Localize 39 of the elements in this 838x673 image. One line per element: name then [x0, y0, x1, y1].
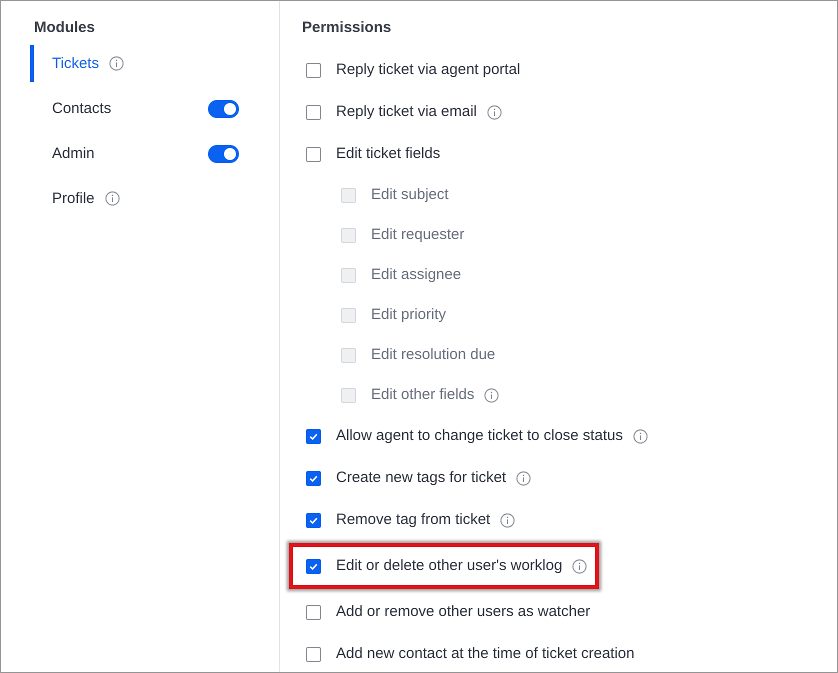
info-icon[interactable] — [486, 104, 502, 120]
checkbox[interactable] — [306, 604, 321, 620]
module-item[interactable]: Admin — [30, 135, 279, 172]
permission-label: Edit assignee — [371, 265, 462, 285]
module-item[interactable]: Tickets — [30, 45, 279, 82]
permission-label: Edit priority — [371, 305, 446, 325]
toggle-switch[interactable] — [208, 100, 239, 118]
info-icon[interactable] — [500, 512, 516, 528]
info-icon[interactable] — [572, 558, 588, 574]
module-item[interactable]: Contacts — [30, 90, 279, 127]
permission-label: Add new contact at the time of ticket creation — [336, 644, 634, 664]
permission-label: Edit subject — [371, 185, 449, 205]
section-heading: Modules — [34, 18, 96, 38]
permission-label: Allow agent to change ticket to close status — [336, 426, 623, 446]
info-icon[interactable] — [104, 191, 120, 206]
permission-label: Edit requester — [371, 225, 464, 245]
checkbox[interactable] — [306, 104, 321, 120]
permission-label: Edit or delete other user's worklog — [336, 556, 562, 576]
info-icon[interactable] — [632, 428, 648, 444]
checkbox[interactable] — [306, 428, 321, 444]
checkbox[interactable] — [306, 512, 321, 528]
checkbox[interactable] — [306, 646, 321, 662]
permission-label: Remove tag from ticket — [336, 510, 490, 530]
checkbox[interactable] — [306, 470, 321, 486]
info-icon[interactable] — [108, 56, 124, 71]
permission-label: Add or remove other users as watcher — [336, 602, 590, 622]
permission-label: Edit resolution due — [371, 345, 496, 365]
section-heading: Permissions — [302, 18, 392, 38]
permission-label: Create new tags for ticket — [336, 468, 506, 488]
permission-label: Reply ticket via email — [336, 102, 477, 122]
module-item[interactable]: Profile — [30, 180, 279, 217]
checkbox[interactable] — [306, 62, 321, 78]
permission-label: Edit other fields — [371, 385, 474, 405]
info-icon[interactable] — [516, 470, 532, 486]
toggle-switch[interactable] — [208, 144, 239, 162]
checkbox[interactable] — [306, 558, 321, 574]
permission-label: Edit ticket fields — [336, 144, 440, 164]
permission-label: Reply ticket via agent portal — [336, 60, 520, 80]
checkbox[interactable] — [306, 146, 321, 162]
